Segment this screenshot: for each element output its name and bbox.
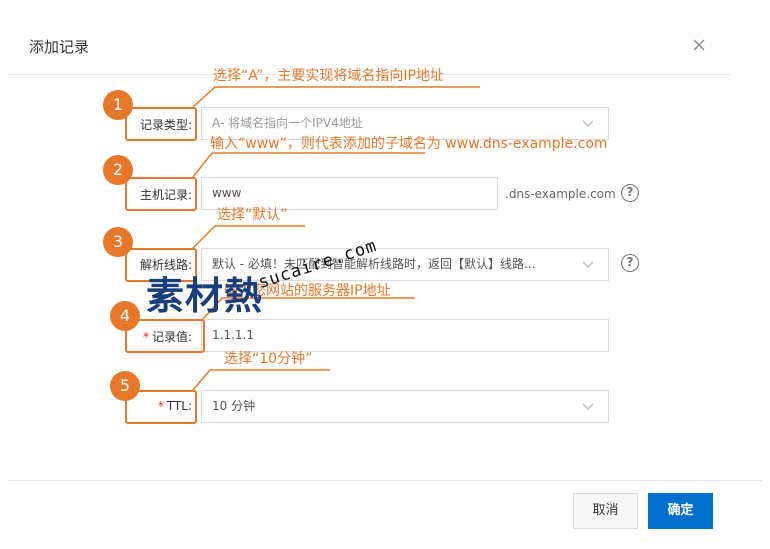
chevron-down-icon [582,261,594,268]
callout-box-1 [125,107,197,141]
help-icon[interactable]: ? [621,254,639,272]
watermark-logo: 素材熱 [146,274,264,318]
ttl-value: 10 分钟 [212,399,256,413]
record-type-value: A- 将域名指向一个IPV4地址 [212,116,363,130]
chevron-down-icon [582,120,594,127]
step-badge-3: 3 [103,227,133,257]
callout-box-2 [125,177,197,211]
footer-divider [8,480,762,481]
record-value-value: 1.1.1.1 [212,328,254,342]
annotation-1: 选择“A”，主要实现将域名指向IP地址 [213,68,444,84]
annotation-5: 选择“10分钟” [224,351,313,367]
step-badge-5: 5 [110,371,140,401]
domain-suffix: .dns-example.com [505,187,616,201]
step-badge-1: 1 [103,90,133,120]
annotation-3: 选择“默认” [217,207,288,223]
chevron-down-icon [582,403,594,410]
confirm-button[interactable]: 确定 [648,493,713,529]
close-icon[interactable] [690,36,708,54]
step-badge-2: 2 [103,155,133,185]
ttl-select[interactable]: 10 分钟 [201,390,609,423]
help-icon[interactable]: ? [621,184,639,202]
cancel-button[interactable]: 取消 [573,493,638,529]
step-badge-4: 4 [110,301,140,331]
annotation-2: 输入“www”，则代表添加的子域名为 www.dns-example.com [210,136,608,152]
host-value: www [212,186,242,200]
dialog-title: 添加记录 [29,38,90,56]
